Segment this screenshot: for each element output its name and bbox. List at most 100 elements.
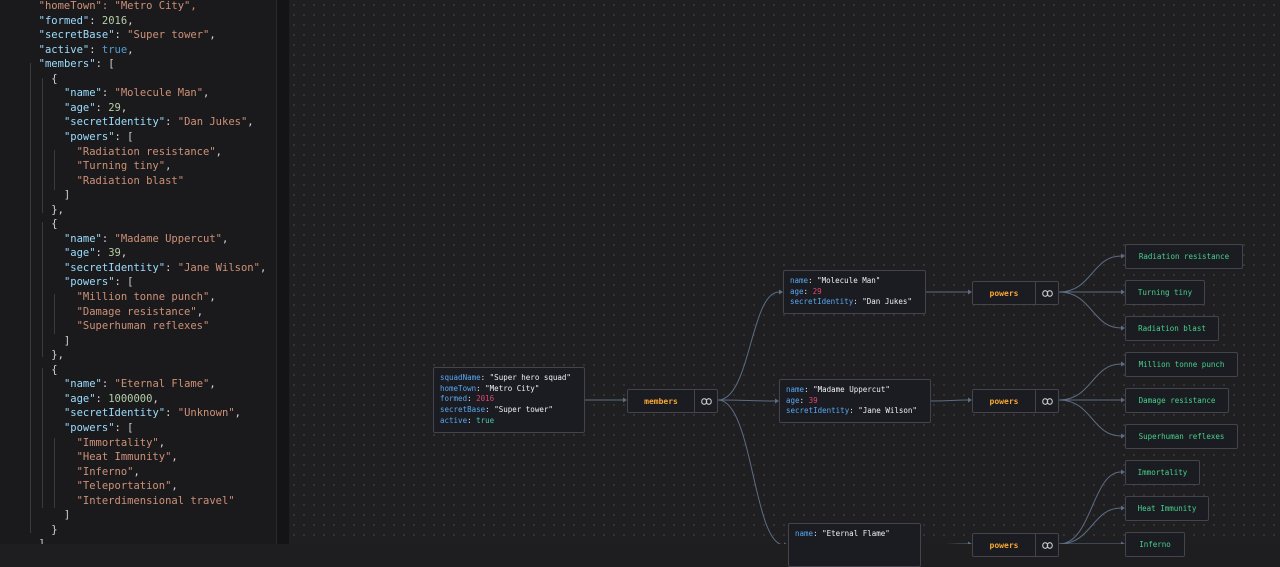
power-leaf-node[interactable]: Superhuman reflexes [1125, 424, 1238, 449]
code-token: , [215, 145, 222, 158]
graph-edge [717, 399, 783, 544]
node-key: secretIdentity [786, 406, 850, 416]
code-token: 1000000 [108, 392, 153, 405]
node-row: name: "Eternal Flame" [795, 529, 914, 540]
power-leaf-node[interactable]: Radiation blast [1125, 316, 1219, 341]
code-token: : [114, 29, 128, 42]
code-token: , [247, 116, 254, 129]
power-leaf-node[interactable]: Inferno [1125, 532, 1185, 557]
code-token: 29 [108, 101, 121, 114]
node-key: homeTown [440, 383, 477, 393]
code-line: "Radiation resistance", [26, 145, 222, 160]
code-token: }, [26, 203, 64, 216]
code-token: "name" [63, 87, 102, 100]
code-line: "Damage resistance", [26, 305, 203, 320]
member-object-node[interactable]: name: "Eternal Flame" [788, 523, 921, 567]
code-token: , [158, 436, 166, 449]
link-icon[interactable] [1035, 282, 1058, 304]
code-token: "Inferno" [76, 465, 134, 478]
code-line: "secretBase": "Super tower", [26, 28, 216, 43]
power-leaf-node[interactable]: Million tonne punch [1125, 352, 1238, 377]
powers-array-node[interactable]: powers [972, 533, 1059, 557]
code-line: "name": "Madame Uppercut", [26, 232, 228, 247]
code-token: ] [26, 334, 71, 347]
code-token: , [209, 378, 216, 391]
graph-edge [1058, 291, 1122, 329]
power-leaf-node[interactable]: Immortality [1125, 460, 1200, 485]
code-token: "secretIdentity" [63, 116, 166, 129]
code-line: "Turning tiny", [26, 159, 172, 174]
code-token: "secretBase" [38, 29, 115, 42]
code-line: ] [26, 188, 70, 203]
code-token: "Heat Immunity" [76, 451, 172, 464]
member-object-node[interactable]: name: "Madame Uppercut" age: 39 secretIden… [779, 379, 931, 423]
code-token: : [101, 232, 115, 245]
node-value: "Molecule Man" [817, 276, 881, 285]
node-key: name [795, 529, 814, 538]
indent-guide [30, 63, 31, 533]
code-token: "members" [38, 58, 96, 71]
code-line: "name": "Eternal Flame", [26, 377, 216, 392]
code-token: "Molecule Man" [114, 87, 204, 100]
code-token: : [95, 247, 109, 260]
power-leaf-node[interactable]: Heat Immunity [1125, 496, 1209, 521]
indent-guide [54, 438, 55, 508]
node-key: active [440, 415, 468, 425]
node-value: "Jane Wilson" [858, 406, 917, 416]
editor-scrollbar[interactable] [276, 0, 290, 544]
code-token: "name" [63, 232, 102, 245]
code-token: : [101, 378, 115, 391]
code-token: : [ [114, 130, 134, 143]
code-token: : [95, 392, 109, 405]
power-leaf-node[interactable]: Turning tiny [1125, 280, 1205, 305]
node-row: formed: 2016 [440, 394, 578, 405]
code-token: "Million tonne punch" [76, 291, 210, 303]
code-token: , [209, 291, 216, 303]
graph-edge [1058, 363, 1122, 401]
code-token: : [165, 261, 178, 274]
link-icon[interactable] [694, 390, 717, 412]
node-row: secretIdentity: "Dan Jukes" [790, 297, 919, 308]
code-token: "Dan Jukes" [177, 116, 248, 129]
node-value: true [476, 415, 495, 425]
powers-array-node-label: powers [989, 288, 1019, 298]
code-token: "active" [38, 43, 90, 56]
member-object-node[interactable]: name: "Molecule Man" age: 29 secretIdentit… [783, 270, 926, 314]
code-token: ] [26, 509, 71, 522]
code-token: , [127, 14, 134, 27]
code-token: "Turning tiny" [76, 160, 166, 173]
code-token: : [95, 101, 109, 114]
json-editor[interactable]: "homeTown": "Metro City", "formed": 2016… [0, 0, 276, 544]
code-line: "formed": 2016, [26, 14, 134, 29]
link-icon[interactable] [1035, 390, 1058, 412]
powers-array-node[interactable]: powers [972, 281, 1059, 305]
node-value: "Eternal Flame" [822, 529, 890, 538]
graph-canvas[interactable]: squadName: "Super hero squad" homeTown: "… [289, 0, 1280, 567]
members-array-node[interactable]: members [627, 389, 718, 413]
code-token: : [ [114, 421, 134, 434]
power-leaf-node[interactable]: Damage resistance [1125, 388, 1229, 413]
link-icon[interactable] [1035, 534, 1058, 556]
graph-edge [1058, 471, 1122, 544]
code-token: "Jane Wilson" [177, 261, 260, 274]
node-key: name [786, 385, 805, 394]
powers-array-node[interactable]: powers [972, 389, 1059, 413]
node-colon: : [467, 394, 477, 404]
node-value: "Super tower" [494, 405, 553, 415]
node-colon: : [808, 276, 818, 285]
node-row: squadName: "Super hero squad" [440, 373, 578, 384]
code-token: ] [26, 538, 45, 544]
indent-guide [42, 222, 43, 357]
power-leaf-node[interactable]: Radiation resistance [1125, 244, 1243, 269]
node-key: squadName [440, 373, 481, 382]
node-value: 39 [808, 395, 818, 405]
root-object-node[interactable]: squadName: "Super hero squad" homeTown: "… [433, 367, 585, 433]
